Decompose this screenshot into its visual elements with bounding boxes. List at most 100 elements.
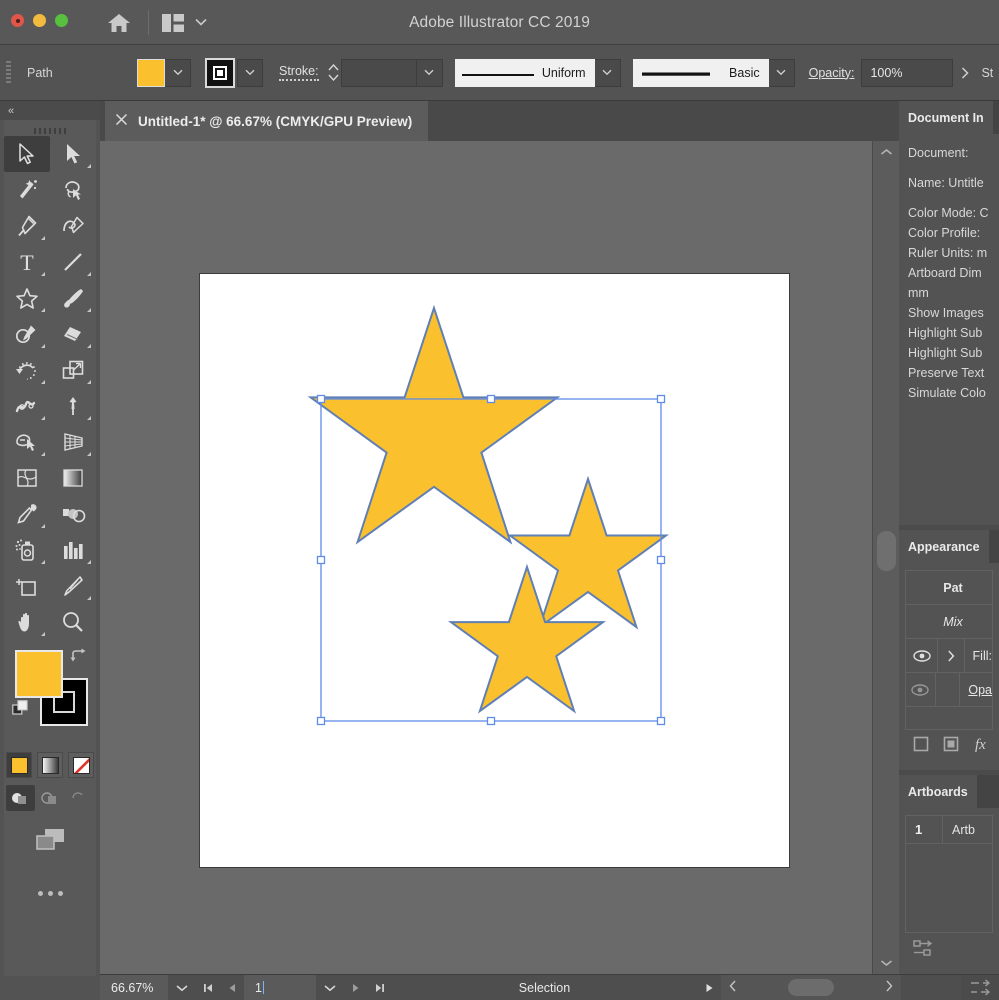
gradient-tool[interactable]	[50, 460, 96, 496]
mesh-tool[interactable]	[4, 460, 50, 496]
current-tool-indicator[interactable]: Selection	[392, 981, 697, 995]
rotate-tool[interactable]	[4, 352, 50, 388]
chevron-right-icon[interactable]	[953, 59, 977, 87]
chevron-left-icon[interactable]	[729, 980, 737, 995]
type-tool[interactable]: T	[4, 244, 50, 280]
color-mode-button[interactable]	[6, 752, 32, 778]
artboard-name[interactable]: Artb	[942, 816, 975, 843]
paintbrush-tool[interactable]	[50, 280, 96, 316]
stroke-swatch-icon[interactable]	[205, 57, 235, 88]
add-new-stroke-icon[interactable]	[913, 736, 929, 755]
chevron-right-icon[interactable]	[938, 639, 965, 672]
eye-icon[interactable]	[906, 673, 936, 706]
free-transform-tool[interactable]	[50, 388, 96, 424]
opacity-label[interactable]: Opacity:	[809, 66, 855, 80]
play-triangle-icon[interactable]	[697, 975, 721, 1000]
chevron-down-icon[interactable]	[768, 58, 795, 87]
variable-width-profile-select[interactable]: Uniform	[454, 58, 595, 87]
scroll-thumb[interactable]	[788, 979, 834, 996]
tab-document-info[interactable]: Document In	[899, 101, 993, 134]
none-mode-button[interactable]	[68, 752, 94, 778]
tab-artboards[interactable]: Artboards	[899, 775, 977, 808]
drag-handle-icon[interactable]	[4, 126, 96, 136]
canvas-area[interactable]	[100, 141, 899, 974]
eyedropper-tool[interactable]	[4, 496, 50, 532]
perspective-grid-tool[interactable]	[50, 424, 96, 460]
lasso-tool[interactable]	[50, 172, 96, 208]
last-page-icon[interactable]	[368, 975, 392, 1000]
document-tab[interactable]: Untitled-1* @ 66.67% (CMYK/GPU Preview)	[105, 101, 429, 141]
double-chevron-left-icon[interactable]: «	[0, 101, 100, 120]
fill-color-control[interactable]	[137, 58, 191, 87]
stroke-color-control[interactable]	[205, 57, 263, 88]
chevron-down-icon[interactable]	[416, 58, 443, 87]
draw-behind-button[interactable]	[36, 785, 65, 811]
appearance-fill-row[interactable]: Fill:	[906, 639, 992, 673]
add-new-effect-icon[interactable]: fx	[973, 735, 989, 755]
selection-tool[interactable]	[4, 136, 50, 172]
next-page-icon[interactable]	[344, 975, 368, 1000]
chevron-down-icon[interactable]	[316, 975, 344, 1000]
add-new-fill-icon[interactable]	[943, 736, 959, 755]
tab-appearance[interactable]: Appearance	[899, 530, 989, 563]
prev-page-icon[interactable]	[220, 975, 244, 1000]
line-segment-tool[interactable]	[50, 244, 96, 280]
close-x-icon[interactable]	[115, 113, 128, 129]
chevron-down-icon[interactable]	[165, 58, 191, 87]
appearance-opacity-row[interactable]: Opa	[906, 673, 992, 707]
artwork-layer[interactable]	[100, 141, 899, 974]
chevron-down-icon[interactable]	[237, 58, 263, 87]
artboard-list-item[interactable]: 1 Artb	[906, 816, 992, 844]
screen-mode-button[interactable]	[4, 827, 96, 853]
brush-definition-select[interactable]: Basic	[632, 58, 769, 87]
canvas-vertical-scrollbar[interactable]	[872, 141, 899, 974]
opacity-input[interactable]: 100%	[861, 58, 954, 87]
chevron-down-icon[interactable]	[873, 952, 900, 974]
fill-color-swatch[interactable]	[15, 650, 63, 698]
hand-tool[interactable]	[4, 604, 50, 640]
first-page-icon[interactable]	[196, 975, 220, 1000]
draw-inside-button[interactable]	[66, 785, 95, 811]
appearance-mixed-row[interactable]: Mix	[906, 605, 992, 639]
zoom-level-field[interactable]: 66.67%	[100, 974, 168, 1000]
column-graph-tool[interactable]	[50, 532, 96, 568]
scroll-thumb[interactable]	[877, 531, 896, 571]
curvature-tool[interactable]	[50, 208, 96, 244]
width-tool[interactable]	[4, 388, 50, 424]
slice-tool[interactable]	[50, 568, 96, 604]
blend-tool[interactable]	[50, 496, 96, 532]
default-fill-stroke-icon[interactable]	[12, 700, 30, 721]
artboard-tool[interactable]	[4, 568, 50, 604]
eraser-tool[interactable]	[50, 316, 96, 352]
chevron-down-icon[interactable]	[594, 58, 621, 87]
stroke-label[interactable]: Stroke:	[279, 64, 319, 81]
shape-tool[interactable]	[4, 280, 50, 316]
scale-tool[interactable]	[50, 352, 96, 388]
horizontal-scrollbar[interactable]	[721, 974, 901, 1000]
shaper-tool[interactable]	[4, 316, 50, 352]
chevron-up-icon[interactable]	[873, 141, 899, 163]
symbol-sprayer-tool[interactable]	[4, 532, 50, 568]
swap-fill-stroke-icon[interactable]	[70, 648, 88, 667]
eye-icon[interactable]	[906, 639, 939, 672]
draw-normal-button[interactable]	[5, 785, 35, 811]
fill-swatch[interactable]	[137, 58, 165, 87]
control-bar-grip[interactable]	[6, 60, 11, 85]
shape-builder-tool[interactable]	[4, 424, 50, 460]
appearance-opacity-label[interactable]: Opa	[960, 683, 992, 697]
gradient-mode-button[interactable]	[37, 752, 63, 778]
rearrange-artboards-icon[interactable]	[913, 939, 935, 962]
rearrange-icon[interactable]	[961, 974, 999, 1000]
appearance-empty-row[interactable]	[906, 707, 992, 729]
chevron-right-icon[interactable]	[885, 980, 893, 995]
zoom-tool[interactable]	[50, 604, 96, 640]
edit-toolbar-button[interactable]	[4, 891, 96, 896]
pen-tool[interactable]	[4, 208, 50, 244]
appearance-path-row[interactable]: Pat	[906, 571, 992, 605]
stroke-weight-field[interactable]	[340, 58, 417, 87]
direct-selection-tool[interactable]	[50, 136, 96, 172]
magic-wand-tool[interactable]	[4, 172, 50, 208]
stroke-weight-stepper[interactable]	[327, 58, 341, 88]
chevron-down-icon[interactable]	[168, 975, 196, 1000]
artboard-number-field[interactable]: 1	[244, 974, 316, 1000]
